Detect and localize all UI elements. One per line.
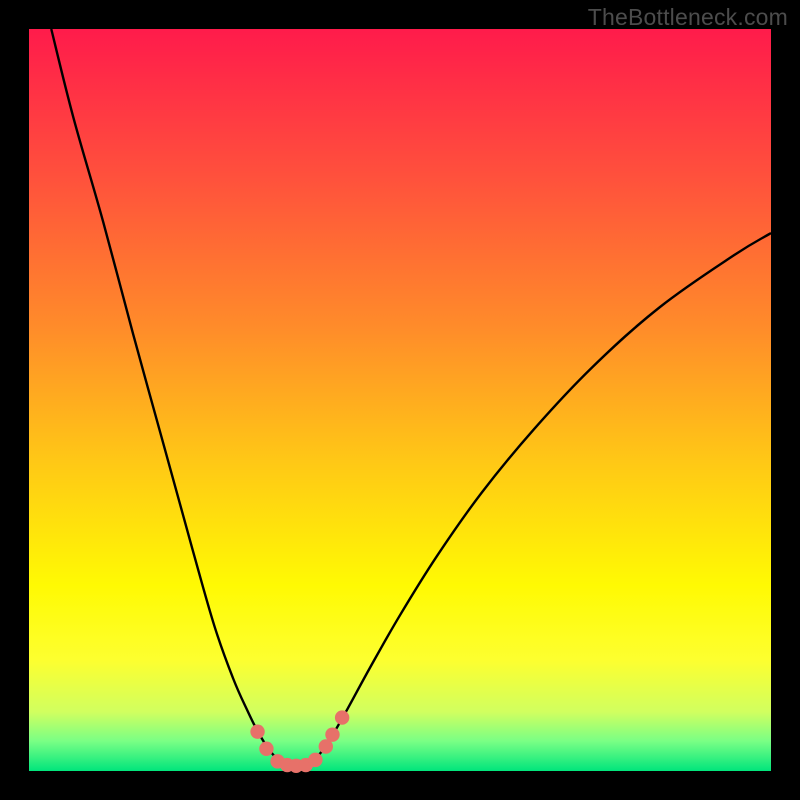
data-marker: [250, 724, 264, 738]
curve-left: [51, 29, 280, 762]
outer-frame: TheBottleneck.com: [0, 0, 800, 800]
watermark-text: TheBottleneck.com: [588, 4, 788, 31]
data-marker: [325, 727, 339, 741]
data-marker: [308, 753, 322, 767]
plot-area: [29, 29, 771, 771]
scatter-markers: [250, 710, 349, 773]
data-marker: [335, 710, 349, 724]
curve-right: [312, 233, 771, 762]
chart-svg: [29, 29, 771, 771]
data-marker: [259, 742, 273, 756]
